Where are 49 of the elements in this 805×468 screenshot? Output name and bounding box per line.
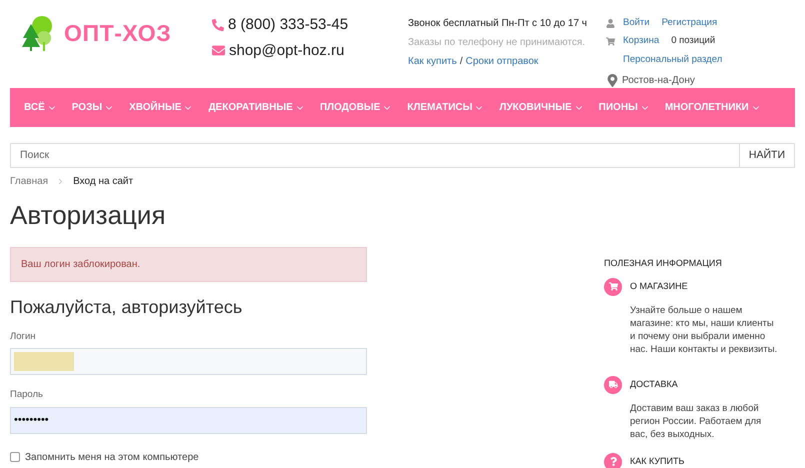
error-alert: Ваш логин заблокирован.	[10, 247, 367, 282]
remember-checkbox[interactable]	[10, 452, 20, 462]
how-to-buy-link[interactable]: Как купить	[408, 54, 457, 69]
truck-icon	[604, 376, 622, 394]
user-icon	[606, 18, 615, 28]
cart-link[interactable]: Корзина	[623, 34, 660, 48]
category-menu-item[interactable]: КЛЕМАТИСЫ	[407, 100, 484, 115]
category-menu-item[interactable]: ПИОНЫ	[598, 100, 650, 115]
login-label: Логин	[10, 330, 37, 344]
password-field[interactable]: •••••••••	[10, 406, 367, 434]
email-address: shop@opt-hoz.ru	[229, 40, 344, 60]
search-field[interactable]: Поиск	[10, 143, 740, 168]
personal-area-link[interactable]: Персональный раздел	[623, 52, 722, 67]
phone-number: 8 (800) 333-53-45	[228, 15, 348, 35]
info-item-text: Доставим ваш заказ в любой регион России. Работаем для вас, без выходных.	[630, 402, 762, 440]
category-menu-item[interactable]: ЛУКОВИЧНЫЕ	[499, 100, 584, 115]
info-item-title[interactable]: О МАГАЗИНЕ	[630, 280, 688, 294]
page-title: Авторизация	[10, 199, 167, 231]
register-link[interactable]: Регистрация	[662, 16, 718, 30]
cart-icon	[604, 278, 622, 296]
phone-icon	[212, 19, 224, 32]
category-menu-item[interactable]: МНОГОЛЕТНИКИ	[664, 100, 761, 115]
category-menu-item[interactable]: ПЛОДОВЫЕ	[320, 100, 392, 115]
sidebar-title: ПОЛЕЗНАЯ ИНФОРМАЦИЯ	[604, 257, 723, 270]
call-hours: Звонок бесплатный Пн-Пт с 10 до 17 ч	[408, 17, 588, 31]
form-subtitle: Пожалуйста, авторизуйтесь	[10, 296, 244, 318]
info-item-title[interactable]: КАК КУПИТЬ	[630, 454, 684, 468]
login-field[interactable]	[10, 348, 367, 376]
category-menu-item[interactable]: ДЕКОРАТИВНЫЕ	[208, 100, 305, 115]
login-link[interactable]: Войти	[623, 16, 650, 30]
info-item-title[interactable]: ДОСТАВКА	[630, 378, 678, 392]
remember-label: Запомнить меня на этом компьютере	[25, 450, 199, 464]
category-menu-item[interactable]: РОЗЫ	[72, 100, 114, 115]
category-menu-item[interactable]: ХВОЙНЫЕ	[129, 100, 194, 115]
phone-order-note: Заказы по телефону не принимаются.	[408, 36, 586, 50]
cart-icon	[606, 36, 615, 46]
breadcrumb-item[interactable]: Главная	[10, 174, 48, 189]
city-name[interactable]: Ростов-на-Дону	[622, 72, 695, 88]
search-button[interactable]: НАЙТИ	[740, 143, 795, 168]
logo-text[interactable]: ОПТ-ХОЗ	[64, 16, 172, 50]
info-item-text: Узнайте больше о нашем магазине: кто мы, наши клиенты и почему они выбрали именно нас. Наши контакты и реквизиты.	[630, 304, 778, 356]
shipping-terms-link[interactable]: Сроки отправок	[466, 54, 538, 69]
link-separator: /	[460, 55, 463, 69]
cart-count: 0 позиций	[671, 34, 716, 48]
location-pin-icon	[606, 74, 619, 87]
email-icon	[212, 44, 225, 58]
category-menu-item[interactable]: ВСЁ	[24, 100, 57, 115]
password-label: Пароль	[10, 388, 44, 402]
breadcrumb-item: Вход на сайт	[73, 175, 134, 189]
